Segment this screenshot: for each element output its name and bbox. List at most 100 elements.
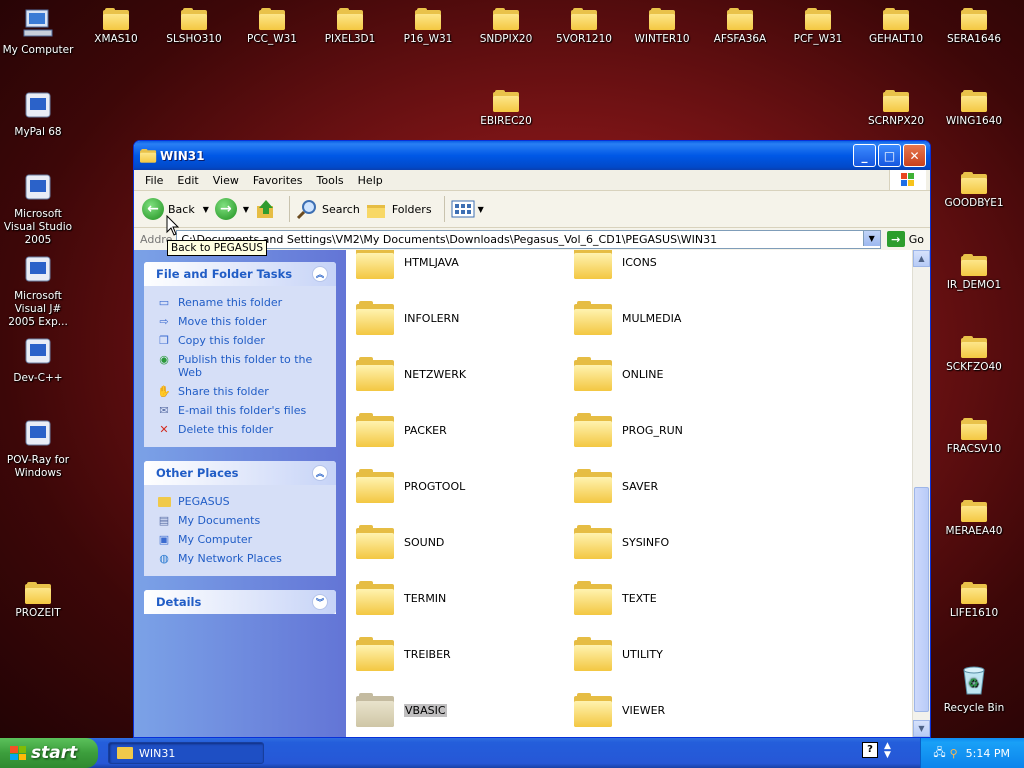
folder-item[interactable]: ICONS bbox=[574, 250, 774, 290]
folder-item[interactable]: TREIBER bbox=[356, 626, 556, 682]
task-link[interactable]: ✋ Share this folder bbox=[156, 382, 330, 401]
desktop-icon[interactable]: Microsoft Visual J# 2005 Exp... bbox=[0, 254, 76, 329]
taskbar-window-button[interactable]: WIN31 bbox=[108, 742, 264, 764]
desktop-icon[interactable]: PROZEIT bbox=[0, 582, 76, 620]
minimize-button[interactable]: _ bbox=[853, 144, 876, 167]
desktop-icon[interactable]: PIXEL3D1 bbox=[312, 8, 388, 46]
go-button[interactable]: → Go bbox=[886, 231, 924, 247]
clock[interactable]: 5:14 PM bbox=[966, 747, 1010, 760]
up-button[interactable] bbox=[255, 198, 277, 220]
forward-dropdown-icon[interactable]: ▼ bbox=[243, 205, 249, 214]
desktop-icon[interactable]: WINTER10 bbox=[624, 8, 700, 46]
scroll-up-button[interactable]: ▲ bbox=[913, 250, 930, 267]
address-dropdown-icon[interactable]: ▼ bbox=[862, 230, 880, 246]
folder-item[interactable]: INFOLERN bbox=[356, 290, 556, 346]
desktop-icon[interactable]: WING1640 bbox=[936, 90, 1012, 128]
desktop-icon[interactable]: PCC_W31 bbox=[234, 8, 310, 46]
folder-item[interactable]: TERMIN bbox=[356, 570, 556, 626]
desktop-icon[interactable]: EBIREC20 bbox=[468, 90, 544, 128]
desktop-icon[interactable]: SNDPIX20 bbox=[468, 8, 544, 46]
tray-scroll-arrows-icon[interactable]: ▲ ▼ bbox=[884, 742, 891, 760]
other-places-list: PEGASUS ▤ My Documents ▣ My Computer ◍ My Netw… bbox=[144, 485, 336, 576]
menu-edit[interactable]: Edit bbox=[170, 174, 205, 187]
place-link[interactable]: ▤ My Documents bbox=[156, 511, 330, 530]
task-link[interactable]: ✕ Delete this folder bbox=[156, 420, 330, 439]
task-link[interactable]: ◉ Publish this folder to the Web bbox=[156, 350, 330, 382]
folder-item[interactable]: VBASIC bbox=[356, 682, 556, 737]
search-tray-icon[interactable]: ⚲ bbox=[950, 747, 958, 760]
desktop-icon[interactable]: XMAS10 bbox=[78, 8, 154, 46]
desktop-icon-label: XMAS10 bbox=[94, 33, 138, 45]
scroll-down-button[interactable]: ▼ bbox=[913, 720, 930, 737]
folder-item[interactable]: PACKER bbox=[356, 402, 556, 458]
menu-file[interactable]: File bbox=[138, 174, 170, 187]
address-input[interactable]: C:\Documents and Settings\VM2\My Documen… bbox=[176, 229, 881, 249]
place-link[interactable]: PEGASUS bbox=[156, 492, 330, 511]
expand-chevron-icon[interactable]: ︾ bbox=[312, 594, 328, 610]
folder-item[interactable]: MULMEDIA bbox=[574, 290, 774, 346]
back-dropdown-icon[interactable]: ▼ bbox=[203, 205, 209, 214]
folder-item[interactable]: SOUND bbox=[356, 514, 556, 570]
menu-help[interactable]: Help bbox=[351, 174, 390, 187]
search-button[interactable]: Search bbox=[296, 198, 360, 220]
close-button[interactable]: ✕ bbox=[903, 144, 926, 167]
desktop-icon[interactable]: SERA1646 bbox=[936, 8, 1012, 46]
place-link[interactable]: ▣ My Computer bbox=[156, 530, 330, 549]
scrollbar-thumb[interactable] bbox=[914, 487, 929, 712]
folder-item[interactable]: TEXTE bbox=[574, 570, 774, 626]
place-link[interactable]: ◍ My Network Places bbox=[156, 549, 330, 568]
desktop-icon[interactable]: IR_DEMO1 bbox=[936, 254, 1012, 292]
task-link[interactable]: ❐ Copy this folder bbox=[156, 331, 330, 350]
desktop-icon[interactable]: MyPal 68 bbox=[0, 90, 76, 139]
title-bar[interactable]: WIN31 _ □ ✕ bbox=[134, 141, 930, 170]
folders-button[interactable]: Folders bbox=[366, 199, 432, 219]
folder-item[interactable]: VIEWER bbox=[574, 682, 774, 737]
desktop-icon[interactable]: 5VOR1210 bbox=[546, 8, 622, 46]
maximize-button[interactable]: □ bbox=[878, 144, 901, 167]
forward-button[interactable]: → ▼ bbox=[214, 198, 249, 220]
desktop-icon[interactable]: GOODBYE1 bbox=[936, 172, 1012, 210]
help-tray-icon[interactable]: ? bbox=[862, 742, 878, 758]
file-folder-tasks-header[interactable]: File and Folder Tasks ︽ bbox=[144, 262, 336, 286]
network-tray-icon[interactable]: 🖧 bbox=[933, 744, 945, 763]
other-places-header[interactable]: Other Places ︽ bbox=[144, 461, 336, 485]
folder-item[interactable]: ONLINE bbox=[574, 346, 774, 402]
desktop-icon[interactable]: MERAEA40 bbox=[936, 500, 1012, 538]
menu-tools[interactable]: Tools bbox=[310, 174, 351, 187]
views-button[interactable]: ▼ bbox=[451, 200, 484, 218]
desktop-icon[interactable]: Microsoft Visual Studio 2005 bbox=[0, 172, 76, 247]
desktop-icon[interactable]: FRACSV10 bbox=[936, 418, 1012, 456]
desktop-icon[interactable]: SLSHO310 bbox=[156, 8, 232, 46]
folder-item[interactable]: HTMLJAVA bbox=[356, 250, 556, 290]
task-link[interactable]: ▭ Rename this folder bbox=[156, 293, 330, 312]
collapse-chevron-icon[interactable]: ︽ bbox=[312, 266, 328, 282]
desktop-icon[interactable]: SCKFZO40 bbox=[936, 336, 1012, 374]
desktop-icon[interactable]: ♻ Recycle Bin bbox=[936, 664, 1012, 715]
folder-item[interactable]: NETZWERK bbox=[356, 346, 556, 402]
folder-item[interactable]: PROGTOOL bbox=[356, 458, 556, 514]
task-link[interactable]: ✉ E-mail this folder's files bbox=[156, 401, 330, 420]
folder-item[interactable]: PROG_RUN bbox=[574, 402, 774, 458]
vertical-scrollbar[interactable]: ▲ ▼ bbox=[912, 250, 930, 737]
desktop-icon[interactable]: Dev-C++ bbox=[0, 336, 76, 385]
folder-item[interactable]: SAVER bbox=[574, 458, 774, 514]
desktop-icon[interactable]: POV-Ray for Windows bbox=[0, 418, 76, 480]
folder-list-view[interactable]: HTMLJAVA ICONS INFOLERN MULMEDIA NETZWERK ONL… bbox=[346, 250, 930, 737]
desktop-icon[interactable]: My Computer bbox=[0, 8, 76, 57]
details-panel: Details ︾ bbox=[144, 590, 336, 614]
desktop-icon[interactable]: P16_W31 bbox=[390, 8, 466, 46]
desktop-icon[interactable]: AFSFA36A bbox=[702, 8, 778, 46]
desktop-icon[interactable]: LIFE1610 bbox=[936, 582, 1012, 620]
desktop-icon-label: SLSHO310 bbox=[166, 33, 222, 45]
desktop-icon[interactable]: SCRNPX20 bbox=[858, 90, 934, 128]
details-header[interactable]: Details ︾ bbox=[144, 590, 336, 614]
folder-item[interactable]: UTILITY bbox=[574, 626, 774, 682]
collapse-chevron-icon[interactable]: ︽ bbox=[312, 465, 328, 481]
desktop-icon[interactable]: PCF_W31 bbox=[780, 8, 856, 46]
start-button[interactable]: start bbox=[0, 738, 98, 768]
menu-view[interactable]: View bbox=[206, 174, 246, 187]
desktop-icon[interactable]: GEHALT10 bbox=[858, 8, 934, 46]
menu-favorites[interactable]: Favorites bbox=[246, 174, 310, 187]
folder-item[interactable]: SYSINFO bbox=[574, 514, 774, 570]
task-link[interactable]: ⇨ Move this folder bbox=[156, 312, 330, 331]
